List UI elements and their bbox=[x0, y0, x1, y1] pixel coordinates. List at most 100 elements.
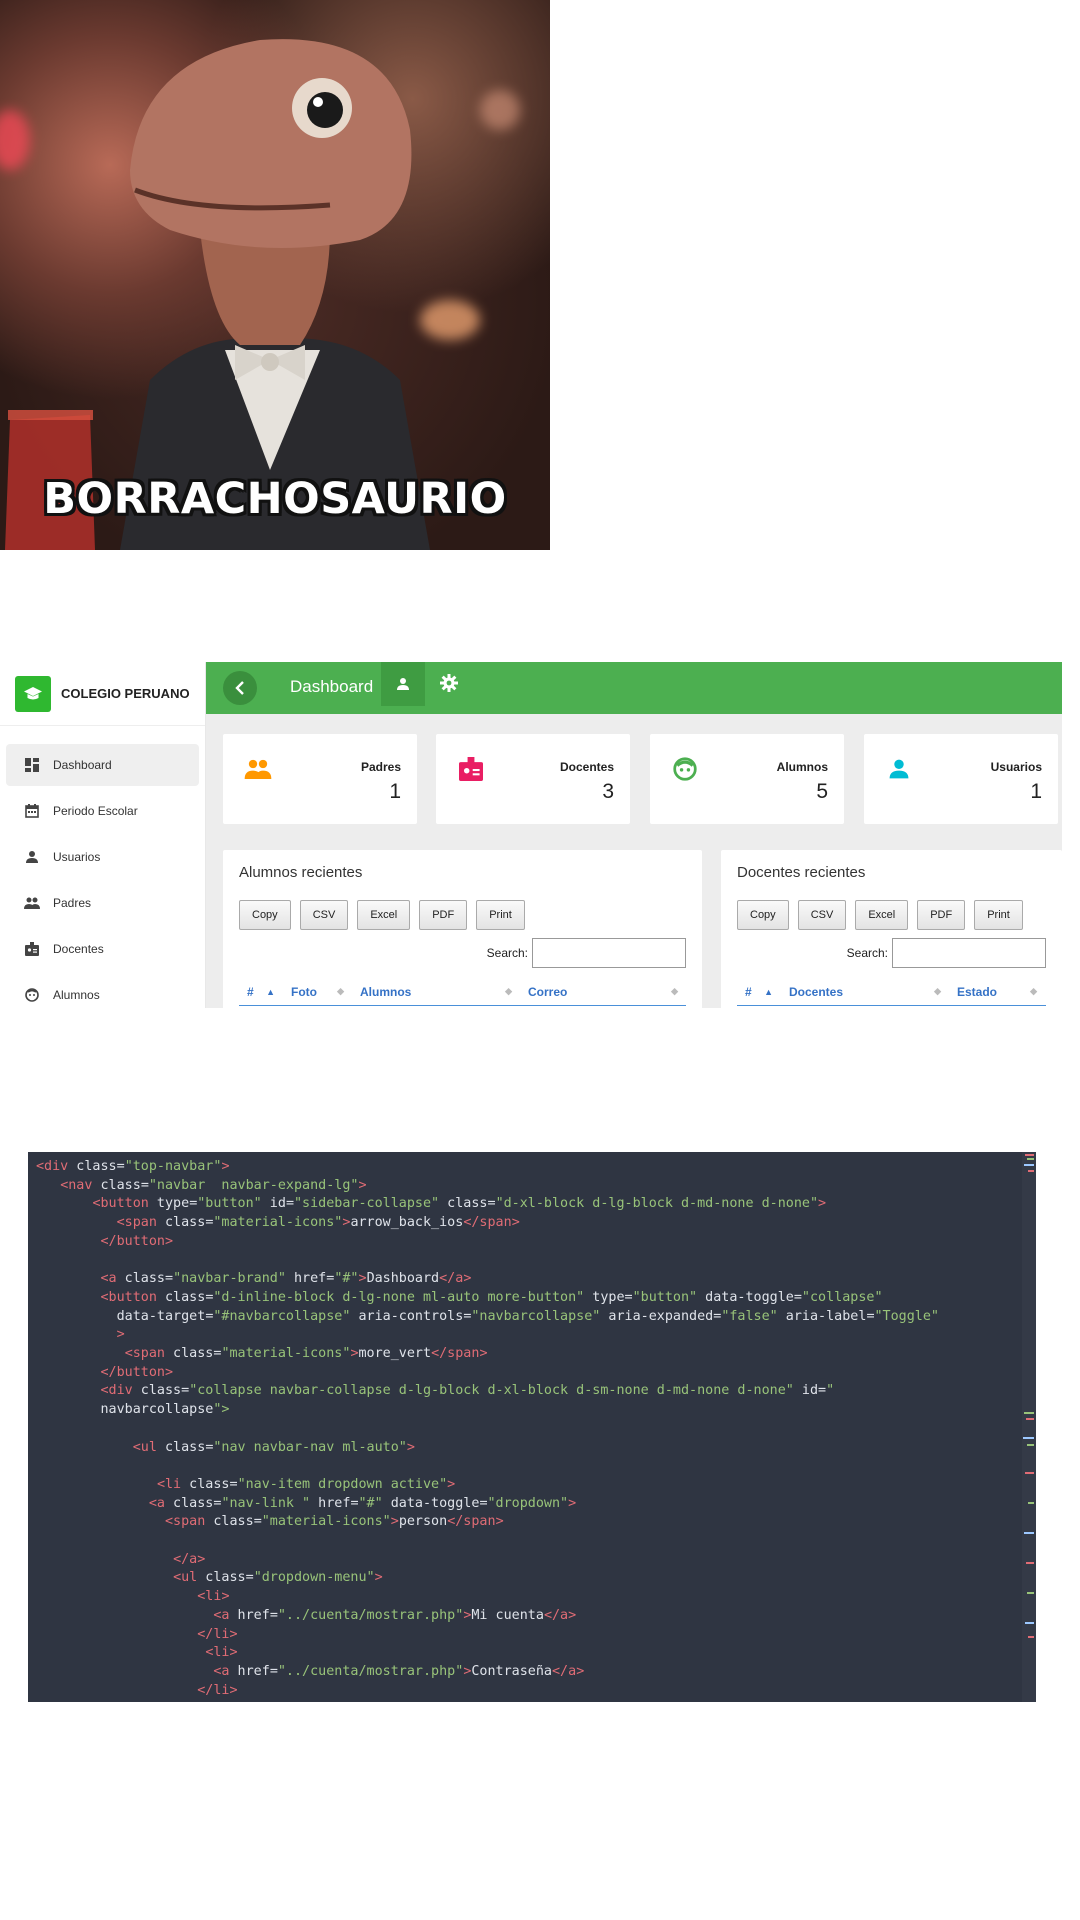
column-label: # bbox=[247, 984, 254, 999]
search-input[interactable] bbox=[532, 938, 686, 968]
sidebar-item-docentes[interactable]: Docentes bbox=[6, 928, 199, 970]
code-line[interactable] bbox=[36, 1420, 939, 1439]
column-header-foto[interactable]: Foto ◆ bbox=[283, 978, 352, 1005]
column-label: Foto bbox=[291, 984, 317, 999]
export-buttons: Copy CSV Excel PDF Print bbox=[239, 900, 534, 930]
column-header-number[interactable]: # ▲ bbox=[239, 978, 283, 1005]
column-header-number[interactable]: # ▲ bbox=[737, 978, 781, 1005]
pdf-button[interactable]: PDF bbox=[419, 900, 468, 930]
code-line[interactable]: </button> bbox=[36, 1233, 939, 1252]
sidebar-item-usuarios[interactable]: Usuarios bbox=[6, 836, 199, 878]
sidebar-item-dashboard[interactable]: Dashboard bbox=[6, 744, 199, 786]
copy-button[interactable]: Copy bbox=[737, 900, 789, 930]
code-line[interactable] bbox=[36, 1252, 939, 1271]
code-line[interactable]: <span class="material-icons">person</spa… bbox=[36, 1513, 939, 1532]
code-line[interactable]: <div class="top-navbar"> bbox=[36, 1158, 939, 1177]
panel-title: Alumnos recientes bbox=[239, 864, 363, 881]
code-line[interactable]: <li class="nav-item dropdown active"> bbox=[36, 1476, 939, 1495]
column-label: # bbox=[745, 984, 752, 999]
account-dropdown-button[interactable] bbox=[381, 662, 425, 706]
search-row: Search: bbox=[847, 938, 1046, 968]
sort-icon: ◆ bbox=[1030, 986, 1037, 996]
copy-button[interactable]: Copy bbox=[239, 900, 291, 930]
stat-value: 3 bbox=[602, 780, 614, 803]
code-line[interactable] bbox=[36, 1532, 939, 1551]
navbar-brand[interactable]: Dashboard bbox=[290, 677, 373, 697]
print-button[interactable]: Print bbox=[476, 900, 525, 930]
column-header-docentes[interactable]: Docentes ◆ bbox=[781, 978, 949, 1005]
code-line[interactable]: data-target="#navbarcollapse" aria-contr… bbox=[36, 1308, 939, 1327]
brand-name: COLEGIO PERUANO bbox=[61, 686, 190, 701]
panel-docentes-recientes: Docentes recientes Copy CSV Excel PDF Pr… bbox=[721, 850, 1062, 1008]
search-input[interactable] bbox=[892, 938, 1046, 968]
search-row: Search: bbox=[487, 938, 686, 968]
print-button[interactable]: Print bbox=[974, 900, 1023, 930]
sidebar-item-label: Padres bbox=[53, 896, 92, 910]
code-line[interactable]: > bbox=[36, 1326, 939, 1345]
code-line[interactable]: <div class="collapse navbar-collapse d-l… bbox=[36, 1382, 939, 1401]
code-line[interactable]: </button> bbox=[36, 1364, 939, 1383]
column-header-estado[interactable]: Estado ◆ bbox=[949, 978, 1045, 1005]
sidebar-collapse-button[interactable] bbox=[223, 671, 257, 705]
people-icon bbox=[243, 754, 273, 784]
csv-button[interactable]: CSV bbox=[299, 900, 349, 930]
stat-card-usuarios[interactable]: Usuarios 1 bbox=[864, 734, 1058, 824]
people-icon bbox=[23, 894, 41, 912]
code-line[interactable] bbox=[36, 1457, 939, 1476]
brand[interactable]: COLEGIO PERUANO bbox=[0, 662, 205, 726]
code-lines: <div class="top-navbar"> <nav class="nav… bbox=[36, 1158, 939, 1700]
sidebar-item-label: Periodo Escolar bbox=[53, 804, 138, 818]
stat-card-docentes[interactable]: Docentes 3 bbox=[436, 734, 630, 824]
code-line[interactable]: <span class="material-icons">arrow_back_… bbox=[36, 1214, 939, 1233]
stat-card-alumnos[interactable]: Alumnos 5 bbox=[650, 734, 844, 824]
code-line[interactable]: <nav class="navbar navbar-expand-lg"> bbox=[36, 1177, 939, 1196]
code-line[interactable]: </a> bbox=[36, 1551, 939, 1570]
code-line[interactable]: <a href="../cuenta/mostrar.php">Mi cuent… bbox=[36, 1607, 939, 1626]
code-line[interactable]: <a href="../cuenta/mostrar.php">Contrase… bbox=[36, 1663, 939, 1682]
dashboard-content: Padres 1 Docentes 3 Alumnos 5 Usuarios 1… bbox=[206, 714, 1062, 1008]
sidebar-item-label: Usuarios bbox=[53, 850, 101, 864]
pdf-button[interactable]: PDF bbox=[917, 900, 966, 930]
calendar-icon bbox=[23, 802, 41, 820]
stat-value: 5 bbox=[816, 780, 828, 803]
person-icon bbox=[884, 754, 914, 784]
person-icon bbox=[23, 848, 41, 866]
sidebar-item-alumnos[interactable]: Alumnos bbox=[6, 974, 199, 1008]
sidebar-menu: Dashboard Periodo Escolar Usuarios Padre… bbox=[0, 726, 205, 1008]
excel-button[interactable]: Excel bbox=[855, 900, 909, 930]
code-line[interactable]: <span class="material-icons">more_vert</… bbox=[36, 1345, 939, 1364]
code-line[interactable]: <button type="button" id="sidebar-collap… bbox=[36, 1195, 939, 1214]
csv-button[interactable]: CSV bbox=[797, 900, 847, 930]
column-header-alumnos[interactable]: Alumnos ◆ bbox=[352, 978, 520, 1005]
lizard-illustration bbox=[5, 39, 430, 550]
code-line[interactable]: <li> bbox=[36, 1644, 939, 1663]
sort-icon: ◆ bbox=[671, 986, 678, 996]
column-label: Estado bbox=[957, 984, 998, 999]
code-line[interactable]: <ul class="dropdown-menu"> bbox=[36, 1569, 939, 1588]
stat-value: 1 bbox=[389, 780, 401, 803]
code-line[interactable]: <li> bbox=[36, 1588, 939, 1607]
meme-image: BORRACHOSAURIO bbox=[0, 0, 550, 550]
sidebar-item-periodo-escolar[interactable]: Periodo Escolar bbox=[6, 790, 199, 832]
badge-icon bbox=[23, 940, 41, 958]
code-line[interactable]: <a class="navbar-brand" href="#">Dashboa… bbox=[36, 1270, 939, 1289]
sort-icon: ◆ bbox=[505, 986, 512, 996]
column-header-correo[interactable]: Correo ◆ bbox=[520, 978, 686, 1005]
settings-button[interactable] bbox=[434, 668, 464, 698]
editor-minimap[interactable] bbox=[1022, 1152, 1036, 1702]
sort-icon: ▲ bbox=[764, 986, 773, 997]
code-line[interactable]: <button class="d-inline-block d-lg-none … bbox=[36, 1289, 939, 1308]
code-line[interactable]: <ul class="nav navbar-nav ml-auto"> bbox=[36, 1439, 939, 1458]
screenshot-frame: BORRACHOSAURIO COLEGIO PERUANO Dashboard… bbox=[0, 0, 1080, 1920]
sidebar-item-padres[interactable]: Padres bbox=[6, 882, 199, 924]
column-label: Docentes bbox=[789, 984, 844, 999]
code-editor: <div class="top-navbar"> <nav class="nav… bbox=[28, 1152, 1036, 1702]
code-line[interactable]: <a class="nav-link " href="#" data-toggl… bbox=[36, 1495, 939, 1514]
stat-card-padres[interactable]: Padres 1 bbox=[223, 734, 417, 824]
code-line[interactable]: </li> bbox=[36, 1682, 939, 1701]
code-line[interactable]: navbarcollapse"> bbox=[36, 1401, 939, 1420]
excel-button[interactable]: Excel bbox=[357, 900, 411, 930]
top-navbar: Dashboard bbox=[206, 662, 1062, 714]
code-line[interactable]: </li> bbox=[36, 1626, 939, 1645]
search-label: Search: bbox=[486, 946, 528, 960]
